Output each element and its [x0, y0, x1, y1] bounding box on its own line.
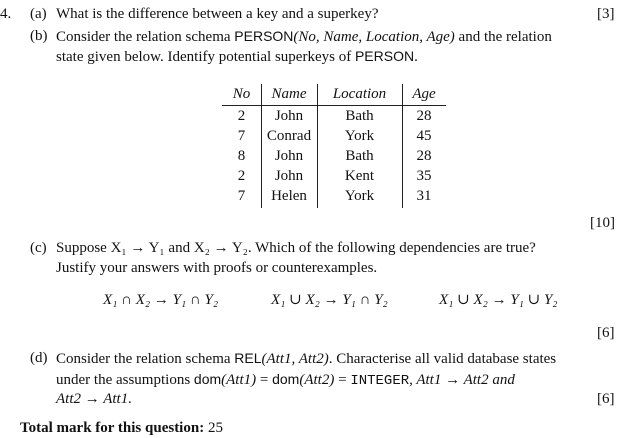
table-row: 7 Helen York 31 — [222, 186, 446, 206]
table-row: 2 John Bath 28 — [222, 106, 446, 126]
part-b-line1: Consider the relation schema PERSON(No, … — [56, 26, 552, 47]
part-d-line2-pre: under the assumptions — [56, 372, 194, 388]
total-mark-value: 25 — [207, 420, 223, 436]
part-d-line1-pre: Consider the relation schema — [56, 351, 235, 367]
equals-sign: = — [256, 372, 273, 388]
equals-sign-2: = — [334, 372, 351, 388]
table-cell: Conrad — [266, 128, 312, 144]
table-cell: Bath — [345, 148, 374, 164]
part-b-line2-post: . — [414, 49, 418, 65]
total-mark-label: Total mark for this question: — [20, 420, 205, 436]
person-schema-name: PERSON — [234, 28, 294, 44]
dependency-1: X₁ ∩ X₂ → Y₁ ∩ Y₂ — [103, 292, 219, 308]
part-c-line1: Suppose X₁ → Y₁ and X₂ → Y₂. Which of th… — [56, 240, 536, 256]
table-row: 7 Conrad York 45 — [222, 126, 446, 146]
part-d-label: (d) — [30, 350, 48, 366]
table-cell: 7 — [237, 128, 246, 144]
part-b-label: (b) — [30, 28, 48, 44]
table-cell: 28 — [416, 148, 432, 164]
person-schema-args: (No, Name, Location, Age) — [293, 29, 455, 45]
part-b-line2-pre: state given below. Identify potential su… — [56, 49, 355, 65]
table-cell: 45 — [416, 128, 432, 144]
part-d-line1-post: . Characterise all valid database states — [328, 351, 557, 367]
question-number: 4. — [0, 6, 12, 22]
rel-schema-args: (Att1, Att2) — [261, 351, 329, 367]
table-header-cell: Location — [332, 86, 387, 102]
part-a-text: What is the difference between a key and… — [56, 6, 379, 22]
table-cell: 31 — [416, 188, 432, 204]
rel-schema-name: REL — [234, 350, 262, 366]
table-cell: York — [344, 128, 375, 144]
table-row: 8 John Bath 28 — [222, 146, 446, 166]
table-header-cell: No — [232, 86, 251, 102]
table-header-row: No Name Location Age — [222, 84, 446, 106]
table-cell: 35 — [416, 168, 432, 184]
dom-function: dom — [193, 371, 222, 387]
person-schema-name-2: PERSON — [354, 48, 415, 64]
part-b-line2: state given below. Identify potential su… — [56, 46, 418, 67]
table-header-cell: Age — [412, 86, 436, 102]
dependency-3: X₁ ∪ X₂ → Y₁ ∪ Y₂ — [439, 292, 558, 308]
dom-arg-2: (Att2) — [299, 372, 335, 388]
part-b-line1-post: and the relation — [454, 29, 552, 45]
table-cell: 28 — [416, 108, 432, 124]
part-d-line3: Att2 → Att1. — [56, 391, 132, 407]
table-cell: Helen — [271, 188, 307, 204]
part-d-marks: [6] — [597, 391, 615, 407]
table-cell: York — [344, 188, 375, 204]
part-a-label: (a) — [30, 6, 47, 22]
table-cell: 8 — [237, 148, 246, 164]
dom-function-2: dom — [272, 371, 300, 387]
table-cell: 7 — [237, 188, 246, 204]
part-c-label: (c) — [30, 240, 47, 256]
person-relation-table: No Name Location Age 2 John Bath 28 7 Co… — [222, 84, 446, 208]
integer-type: INTEGER — [350, 373, 410, 389]
table-cell: 2 — [237, 108, 246, 124]
table-cell: Bath — [345, 108, 374, 124]
part-b-line1-pre: Consider the relation schema — [56, 29, 235, 45]
table-cell: John — [274, 108, 304, 124]
table-cell: John — [274, 168, 304, 184]
part-d-line2-post: , Att1 → Att2 and — [409, 372, 515, 388]
part-c-line2: Justify your answers with proofs or coun… — [56, 260, 378, 276]
part-a-marks: [3] — [597, 6, 615, 22]
table-header-cell: Name — [271, 86, 307, 102]
part-d-line1: Consider the relation schema REL(Att1, A… — [56, 348, 556, 369]
table-cell: Kent — [344, 168, 375, 184]
total-mark: Total mark for this question: 25 — [20, 418, 223, 438]
part-b-marks: [10] — [590, 215, 615, 231]
table-cell: 2 — [237, 168, 246, 184]
part-d-line2: under the assumptions dom(Att1) = dom(At… — [56, 369, 515, 391]
table-row: 2 John Kent 35 — [222, 166, 446, 186]
dom-arg-1: (Att1) — [221, 372, 257, 388]
table-cell: John — [274, 148, 304, 164]
part-c-marks: [6] — [597, 325, 615, 341]
dependency-2: X₁ ∪ X₂ → Y₁ ∩ Y₂ — [271, 292, 388, 308]
